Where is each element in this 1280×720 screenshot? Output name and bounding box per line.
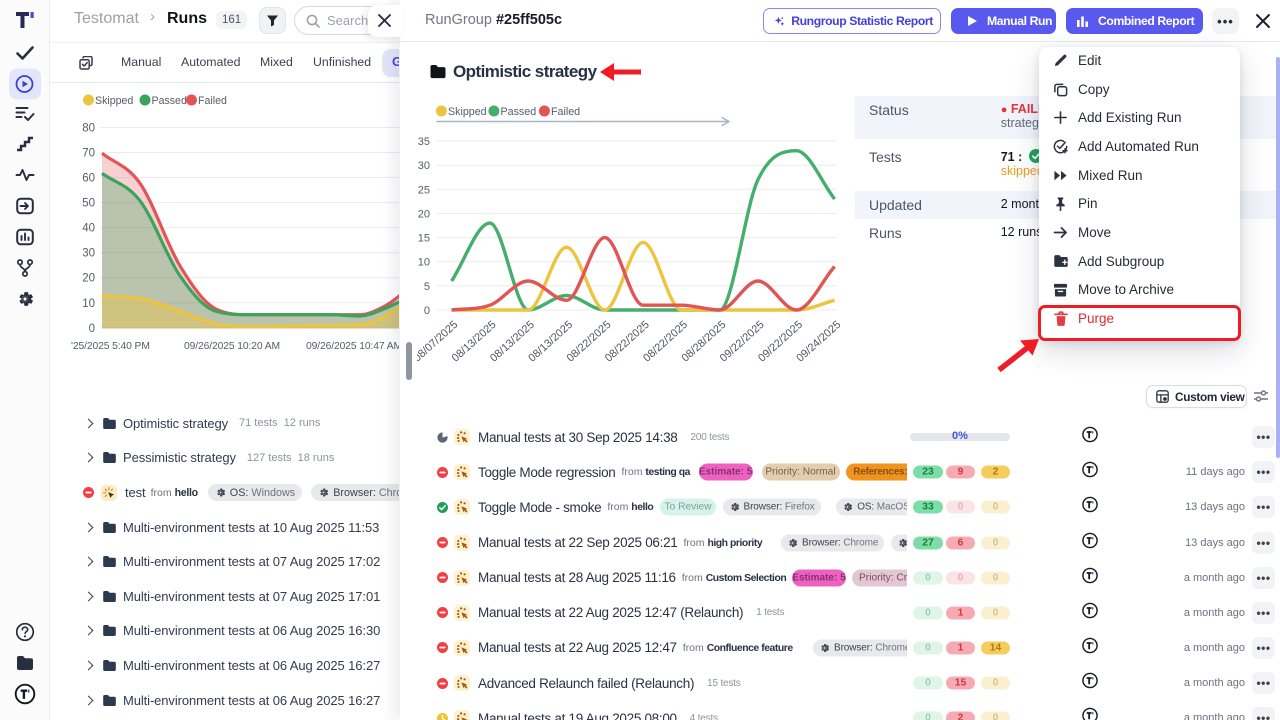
svg-text:Skipped: Skipped (448, 106, 487, 118)
svg-text:Passed: Passed (501, 106, 537, 118)
svg-text:40: 40 (82, 223, 95, 235)
svg-text:25: 25 (418, 184, 430, 196)
svg-text:Skipped: Skipped (95, 95, 133, 107)
svg-text:5: 5 (424, 281, 430, 293)
svg-text:0: 0 (424, 305, 430, 317)
svg-text:20: 20 (418, 208, 430, 220)
svg-text:Failed: Failed (198, 95, 227, 107)
svg-text:70: 70 (82, 148, 95, 160)
svg-text:15: 15 (418, 233, 430, 245)
svg-text:09/26/2025 10:47 AM: 09/26/2025 10:47 AM (306, 341, 400, 352)
svg-text:'25/2025 5:40 PM: '25/2025 5:40 PM (71, 341, 150, 352)
svg-text:Failed: Failed (551, 106, 580, 118)
svg-text:30: 30 (418, 160, 430, 172)
svg-text:50: 50 (82, 198, 95, 210)
svg-text:09/26/2025 10:20 AM: 09/26/2025 10:20 AM (184, 341, 280, 352)
svg-text:80: 80 (82, 123, 95, 135)
svg-text:60: 60 (82, 173, 95, 185)
svg-text:Passed: Passed (152, 95, 187, 107)
svg-text:20: 20 (82, 273, 95, 285)
svg-text:10: 10 (418, 257, 430, 269)
svg-text:30: 30 (82, 248, 95, 260)
svg-text:35: 35 (418, 136, 430, 148)
svg-text:10: 10 (82, 298, 95, 310)
svg-text:0: 0 (89, 323, 95, 335)
